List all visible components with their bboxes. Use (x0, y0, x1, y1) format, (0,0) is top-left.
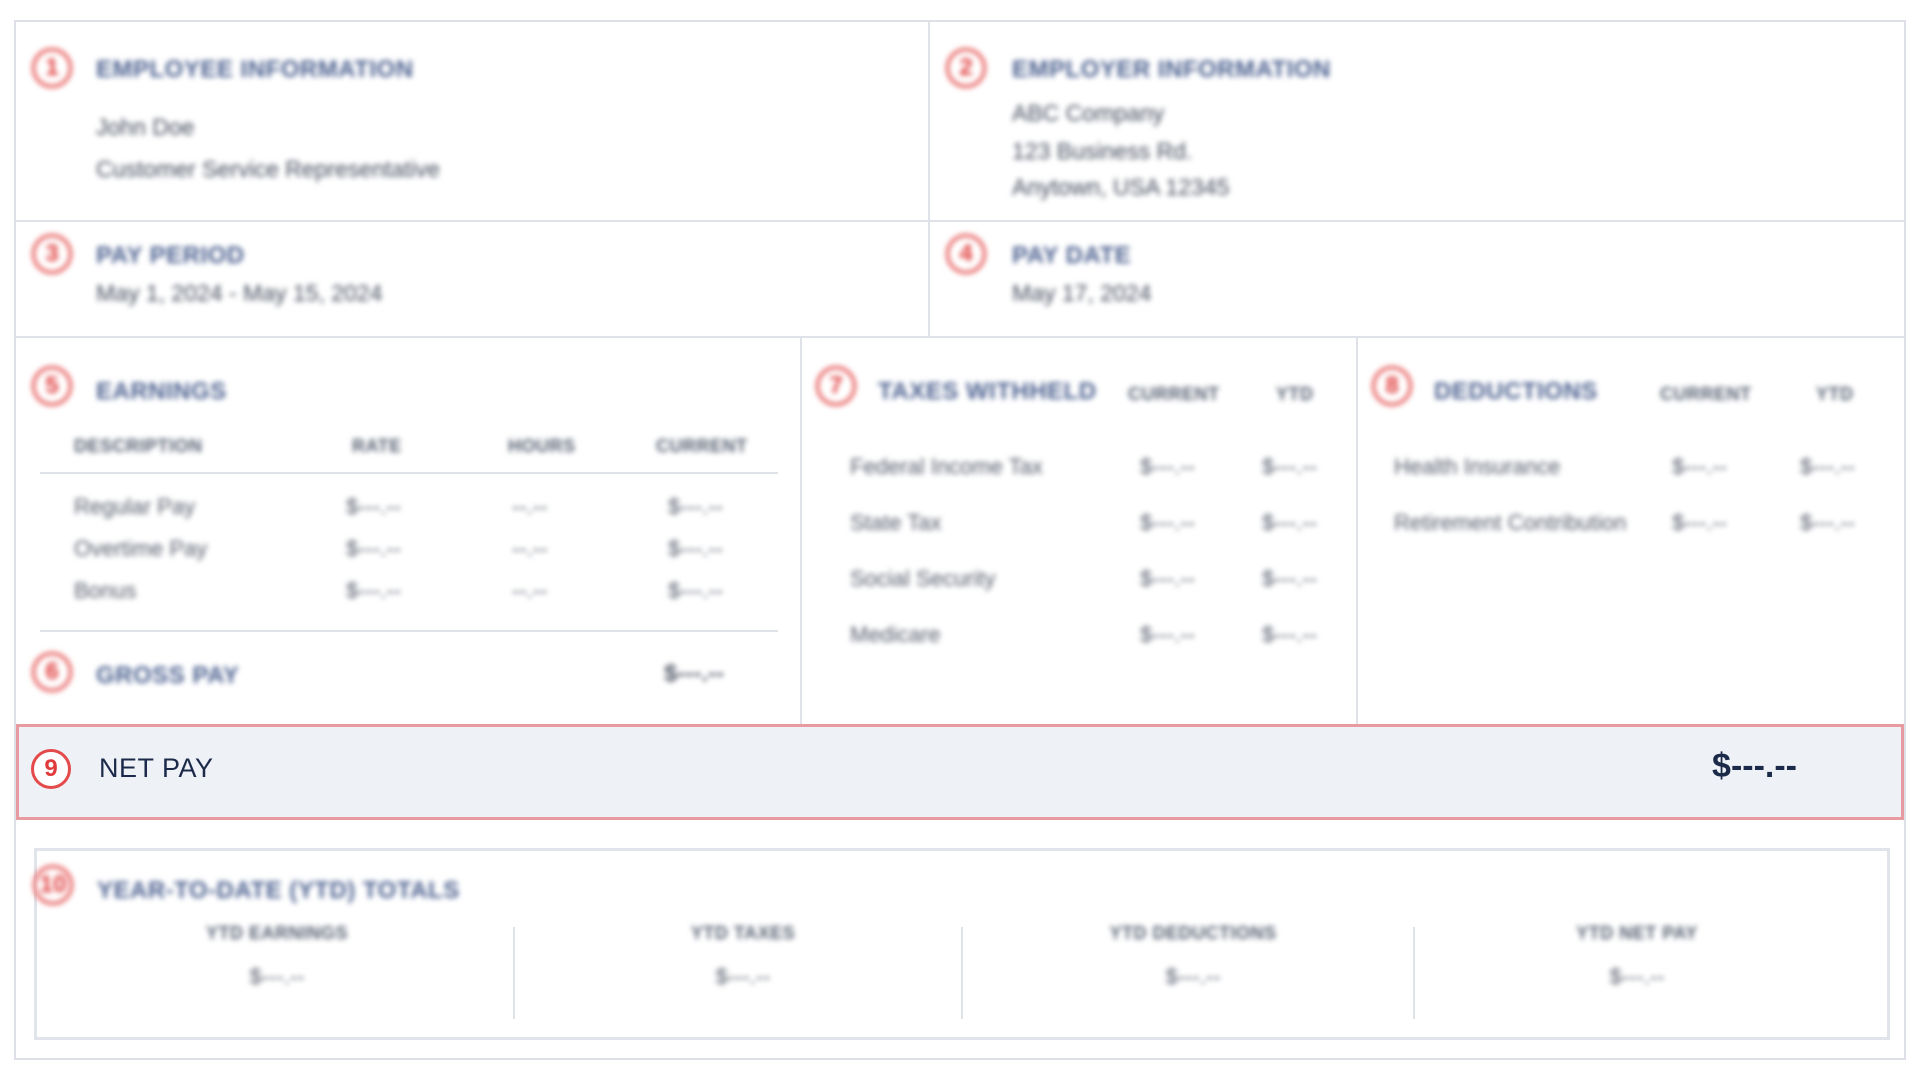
divider (928, 22, 930, 338)
employer-address-line1: 123 Business Rd. (1012, 138, 1193, 164)
ytd-taxes: YTD TAXES $---.-- (593, 923, 893, 990)
earning-hours: --.-- (512, 536, 548, 561)
section-number-badge: 8 (1372, 366, 1412, 406)
section-number-badge: 5 (32, 366, 72, 406)
pay-period-value: May 1, 2024 - May 15, 2024 (96, 280, 383, 306)
earning-hours: --.-- (512, 494, 548, 519)
employer-address-line2: Anytown, USA 12345 (1012, 174, 1230, 200)
section-number-badge: 6 (32, 652, 72, 692)
ytd-label: YTD EARNINGS (205, 923, 348, 943)
column-header: DESCRIPTION (74, 436, 203, 456)
deduction-description: Health Insurance (1394, 454, 1561, 479)
tax-ytd: $---.-- (1262, 566, 1317, 591)
divider (961, 927, 963, 1019)
section-title: PAY DATE (1012, 242, 1132, 269)
ytd-earnings: YTD EARNINGS $---.-- (127, 923, 427, 990)
section-title: YEAR-TO-DATE (YTD) TOTALS (97, 877, 460, 904)
section-number-badge: 1 (32, 48, 72, 88)
column-header: CURRENT (656, 436, 748, 456)
deduction-ytd: $---.-- (1800, 454, 1855, 479)
section-title: PAY PERIOD (96, 242, 245, 269)
tax-ytd: $---.-- (1262, 454, 1317, 479)
employee-name: John Doe (96, 114, 195, 140)
tax-description: Federal Income Tax (850, 454, 1043, 479)
ytd-label: YTD TAXES (690, 923, 796, 943)
header-rule (40, 472, 778, 474)
divider (1356, 338, 1358, 724)
earning-description: Overtime Pay (74, 536, 208, 561)
tax-current: $---.-- (1140, 566, 1195, 591)
ytd-value: $---.-- (249, 964, 305, 989)
earning-current: $---.-- (668, 578, 723, 603)
deduction-current: $---.-- (1672, 454, 1727, 479)
earning-rate: $---.-- (346, 494, 401, 519)
ytd-value: $---.-- (715, 964, 771, 989)
divider (800, 338, 802, 724)
tax-ytd: $---.-- (1262, 622, 1317, 647)
earning-rate: $---.-- (346, 536, 401, 561)
employee-position: Customer Service Representative (96, 156, 440, 182)
divider (1413, 927, 1415, 1019)
deduction-description: Retirement Contribution (1394, 510, 1627, 535)
section-number-badge: 3 (32, 234, 72, 274)
column-header: YTD (1816, 384, 1854, 404)
ytd-label: YTD DEDUCTIONS (1109, 923, 1277, 943)
divider (16, 220, 1904, 222)
section-title: EARNINGS (96, 378, 227, 405)
section-number-badge: 10 (33, 865, 73, 905)
section-number-badge: 2 (946, 48, 986, 88)
gross-pay-value: $---.-- (664, 660, 724, 687)
earning-current: $---.-- (668, 536, 723, 561)
ytd-label: YTD NET PAY (1576, 923, 1698, 943)
earning-rate: $---.-- (346, 578, 401, 603)
earning-current: $---.-- (668, 494, 723, 519)
section-title: GROSS PAY (96, 662, 240, 689)
section-number-badge: 9 (31, 749, 71, 789)
deduction-ytd: $---.-- (1800, 510, 1855, 535)
earning-description: Bonus (74, 578, 137, 603)
deduction-current: $---.-- (1672, 510, 1727, 535)
totals-rule (40, 630, 778, 632)
column-header: CURRENT (1660, 384, 1752, 404)
ytd-deductions: YTD DEDUCTIONS $---.-- (1043, 923, 1343, 990)
tax-description: Medicare (850, 622, 941, 647)
earning-hours: --.-- (512, 578, 548, 603)
ytd-net-pay: YTD NET PAY $---.-- (1487, 923, 1787, 990)
ytd-value: $---.-- (1165, 964, 1221, 989)
section-number-badge: 7 (816, 366, 856, 406)
ytd-value: $---.-- (1609, 964, 1665, 989)
earning-description: Regular Pay (74, 494, 196, 519)
tax-description: Social Security (850, 566, 996, 591)
column-header: HOURS (508, 436, 576, 456)
column-header: YTD (1276, 384, 1314, 404)
net-pay-bar: 9 NET PAY $---.-- (16, 724, 1904, 820)
section-title: DEDUCTIONS (1434, 378, 1598, 405)
column-header: RATE (352, 436, 402, 456)
employer-company: ABC Company (1012, 100, 1165, 126)
tax-description: State Tax (850, 510, 942, 535)
tax-current: $---.-- (1140, 454, 1195, 479)
divider (16, 336, 1904, 338)
column-header: CURRENT (1128, 384, 1220, 404)
tax-current: $---.-- (1140, 510, 1195, 535)
net-pay-amount: $---.-- (1712, 747, 1797, 785)
divider (513, 927, 515, 1019)
pay-date-value: May 17, 2024 (1012, 280, 1152, 306)
section-number-badge: 4 (946, 234, 986, 274)
ytd-totals-section: 10 YEAR-TO-DATE (YTD) TOTALS YTD EARNING… (33, 848, 1890, 1040)
section-title: EMPLOYEE INFORMATION (96, 56, 414, 83)
section-title: EMPLOYER INFORMATION (1012, 56, 1331, 83)
net-pay-label: NET PAY (99, 753, 214, 783)
tax-ytd: $---.-- (1262, 510, 1317, 535)
tax-current: $---.-- (1140, 622, 1195, 647)
section-title: TAXES WITHHELD (878, 378, 1097, 405)
